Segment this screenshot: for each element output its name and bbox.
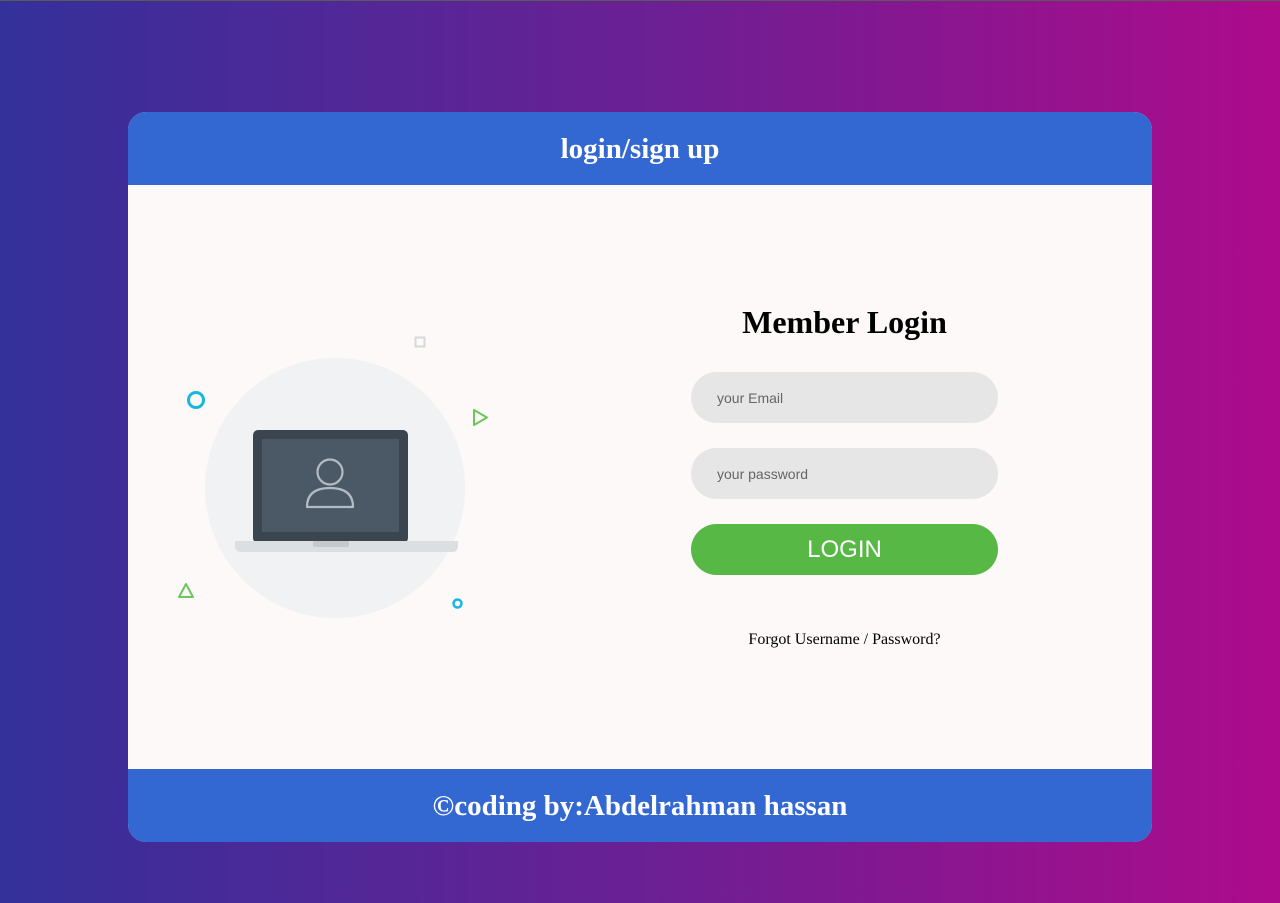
circle-icon [452,598,463,609]
square-icon [414,336,426,348]
login-card: login/sign up Member Login your Email LO… [128,112,1152,842]
login-button[interactable]: LOGIN [691,524,998,575]
member-login-title: Member Login [742,304,947,340]
login-illustration [168,327,498,627]
circle-icon [187,391,205,409]
laptop-user-icon [178,336,488,618]
password-field[interactable] [691,448,998,499]
email-field[interactable] [691,372,998,423]
page-title: login/sign up [560,133,720,165]
footer-credit: ©coding by:Abdelrahman hassan [432,790,848,822]
forgot-username-link[interactable]: Forgot Username [748,631,859,648]
forgot-password-link[interactable]: Password? [872,631,940,648]
card-footer: ©coding by:Abdelrahman hassan [128,769,1152,842]
triangle-icon [178,583,194,598]
forgot-credentials: Forgot Username / Password? [691,631,998,649]
card-header: login/sign up [128,112,1152,185]
window-top-border [0,0,1280,1]
login-form: Member Login LOGIN Forgot Username / Pas… [691,302,998,649]
forgot-separator: / [863,631,869,648]
laptop-notch [313,541,349,547]
triangle-icon [473,409,488,426]
